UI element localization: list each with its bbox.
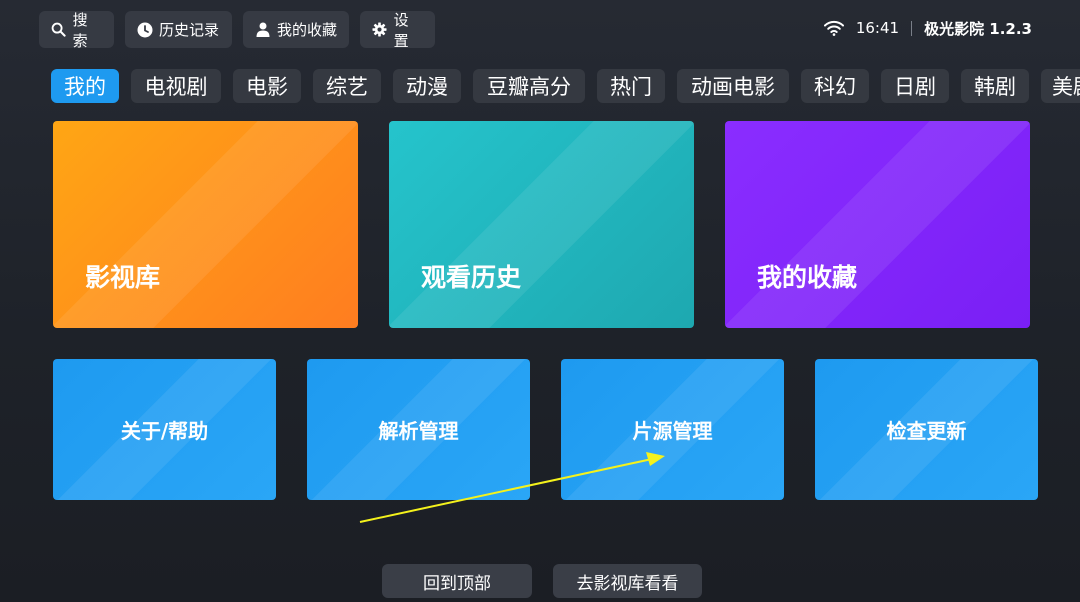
card-label: 我的收藏 — [757, 263, 858, 292]
card-check-update[interactable]: 检查更新 — [815, 359, 1038, 500]
favorites-button[interactable]: 我的收藏 — [243, 11, 349, 48]
card-label: 观看历史 — [421, 263, 522, 292]
tab-animated-movies[interactable]: 动画电影 — [677, 69, 789, 103]
tab-douban-top[interactable]: 豆瓣高分 — [473, 69, 585, 103]
back-to-top-label: 回到顶部 — [423, 573, 491, 594]
tab-mine[interactable]: 我的 — [51, 69, 119, 103]
clock-time: 16:41 — [855, 19, 900, 37]
card-parser-management[interactable]: 解析管理 — [307, 359, 530, 500]
card-label: 解析管理 — [378, 419, 459, 443]
tab-label: 综艺 — [326, 75, 368, 99]
settings-button[interactable]: 设置 — [360, 10, 435, 50]
card-shine — [53, 121, 358, 328]
tab-korean-drama[interactable]: 韩剧 — [961, 69, 1029, 103]
search-icon — [51, 22, 67, 38]
tab-label: 电影 — [246, 75, 288, 99]
card-label: 片源管理 — [632, 419, 713, 443]
tab-japanese-drama[interactable]: 日剧 — [881, 69, 949, 103]
tab-label: 韩剧 — [974, 75, 1016, 99]
card-about-help[interactable]: 关于/帮助 — [53, 359, 276, 500]
card-shine — [389, 121, 694, 328]
tab-variety[interactable]: 综艺 — [313, 69, 381, 103]
tab-tv-series[interactable]: 电视剧 — [131, 69, 221, 103]
tab-movies[interactable]: 电影 — [233, 69, 301, 103]
back-to-top-button[interactable]: 回到顶部 — [382, 564, 532, 598]
user-icon — [255, 22, 271, 38]
tab-label: 动漫 — [406, 75, 448, 99]
go-to-library-label: 去影视库看看 — [576, 573, 679, 594]
card-library[interactable]: 影视库 — [53, 121, 358, 328]
tab-label: 电视剧 — [144, 75, 208, 99]
tab-label: 我的 — [64, 75, 106, 99]
settings-label: 设置 — [393, 10, 409, 50]
tab-label: 动画电影 — [691, 75, 775, 99]
tab-label: 豆瓣高分 — [487, 75, 571, 99]
tab-label: 热门 — [610, 75, 652, 99]
history-button[interactable]: 历史记录 — [125, 11, 232, 48]
tab-anime[interactable]: 动漫 — [393, 69, 461, 103]
card-label: 影视库 — [85, 263, 161, 292]
tab-label: 日剧 — [894, 75, 936, 99]
status-divider — [911, 20, 913, 36]
tab-us-drama[interactable]: 美剧 — [1041, 69, 1080, 103]
card-watch-history[interactable]: 观看历史 — [389, 121, 694, 328]
search-label: 搜索 — [72, 10, 88, 50]
clock-icon — [137, 22, 153, 38]
tab-hot[interactable]: 热门 — [597, 69, 665, 103]
history-label: 历史记录 — [159, 21, 220, 39]
card-label: 关于/帮助 — [120, 419, 209, 443]
app-title: 极光影院 1.2.3 — [924, 19, 1032, 38]
go-to-library-button[interactable]: 去影视库看看 — [553, 564, 702, 598]
search-button[interactable]: 搜索 — [39, 10, 114, 50]
tab-label: 美剧 — [1052, 75, 1080, 99]
card-my-favorites[interactable]: 我的收藏 — [725, 121, 1030, 328]
favorites-label: 我的收藏 — [277, 21, 338, 39]
gear-icon — [372, 22, 388, 38]
card-shine — [725, 121, 1030, 328]
card-label: 检查更新 — [886, 419, 967, 443]
status-bar: 16:41 极光影院 1.2.3 — [823, 16, 1032, 40]
tab-label: 科幻 — [814, 75, 856, 99]
card-source-management[interactable]: 片源管理 — [561, 359, 784, 500]
tab-scifi[interactable]: 科幻 — [801, 69, 869, 103]
wifi-icon — [823, 20, 844, 36]
